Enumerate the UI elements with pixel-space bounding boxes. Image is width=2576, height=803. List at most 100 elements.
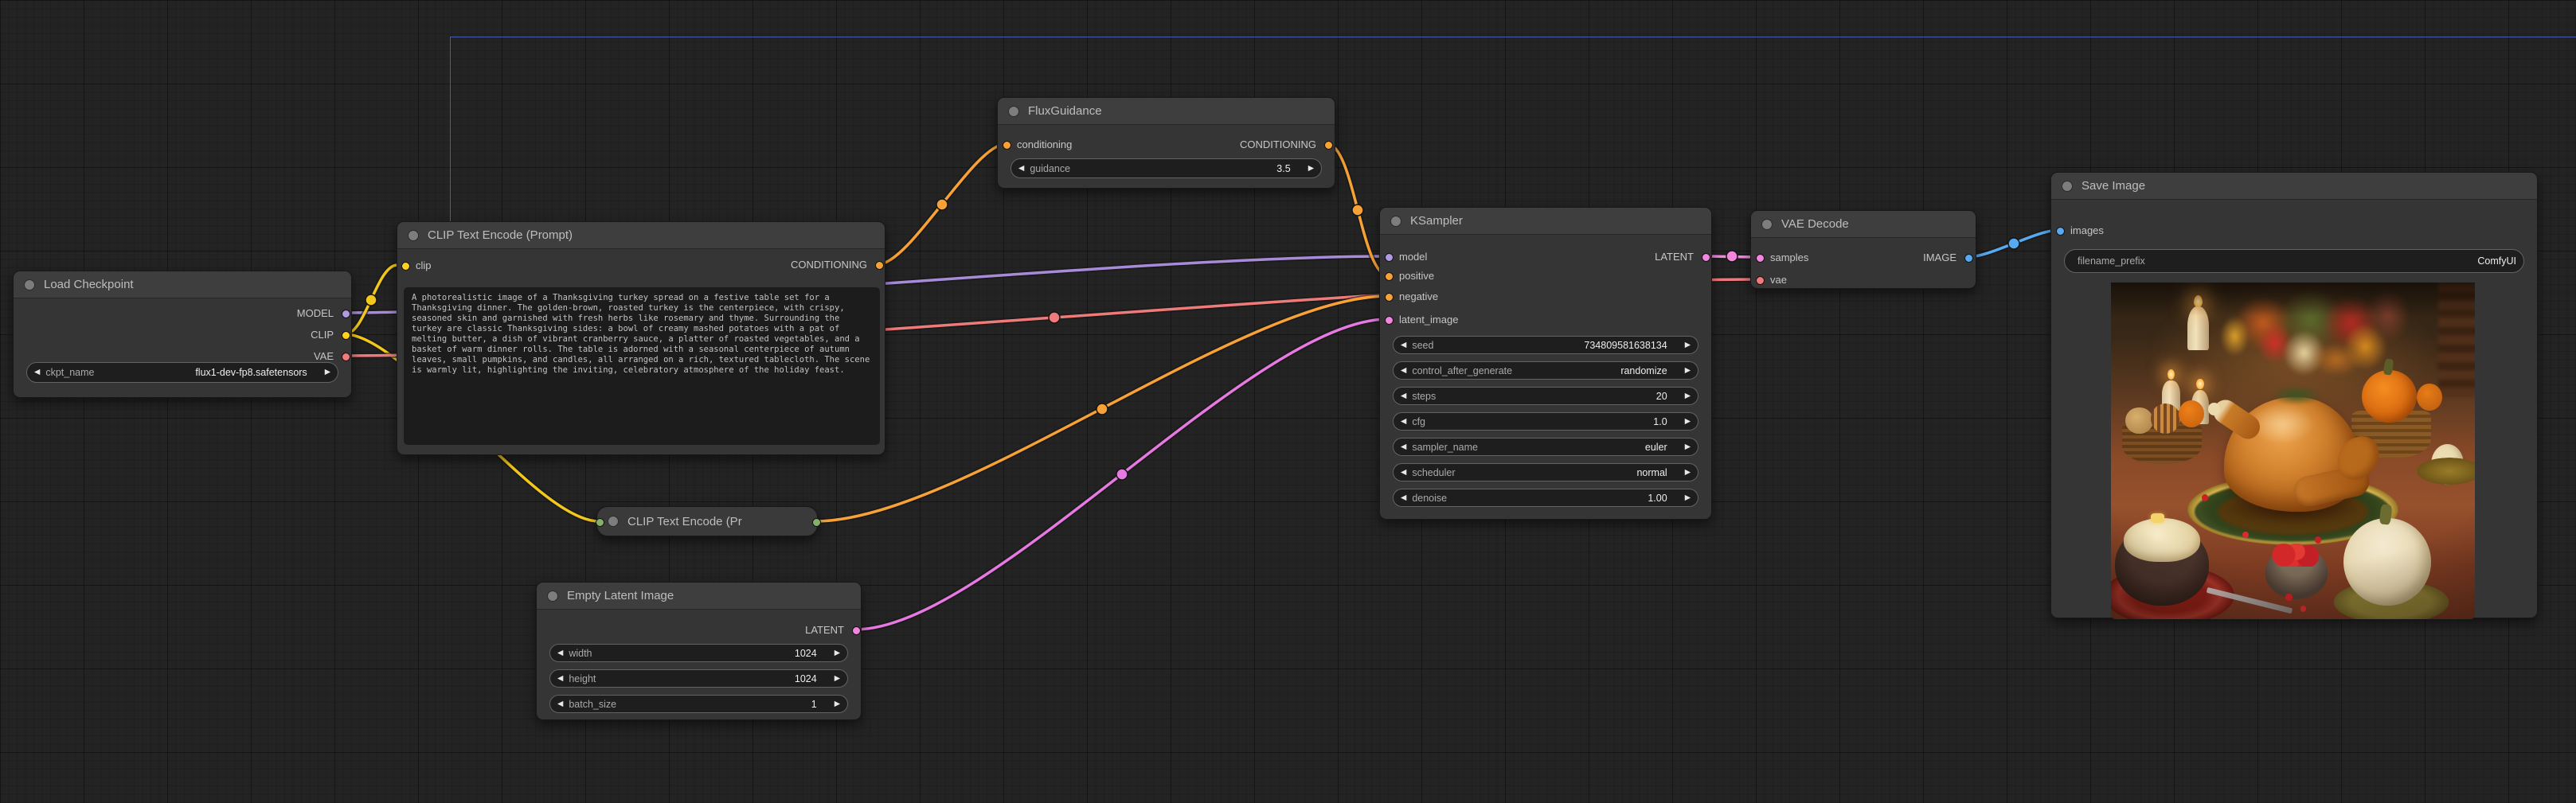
output-port-clip-text-encode-collapsed-icon[interactable] — [812, 518, 821, 527]
widget-width[interactable]: ◀width1024▶ — [549, 644, 848, 662]
increment-arrow-icon[interactable]: ▶ — [835, 700, 840, 708]
widget-cfg[interactable]: ◀cfg1.0▶ — [1393, 412, 1698, 431]
widget-label: scheduler — [1412, 467, 1455, 478]
latent-link-midpoint-dot[interactable] — [1116, 469, 1128, 480]
negative-conditioning-link-midpoint-dot[interactable] — [1096, 403, 1108, 415]
decrement-arrow-icon[interactable]: ◀ — [557, 675, 563, 683]
node-collapse-icon[interactable] — [408, 230, 419, 241]
node-collapse-icon[interactable] — [608, 516, 619, 527]
node-titlebar-flux-guidance[interactable]: FluxGuidance — [998, 98, 1335, 125]
node-vae-decode[interactable]: VAE DecodesamplesvaeIMAGE — [1750, 210, 1976, 289]
widget-guidance[interactable]: ◀guidance3.5▶ — [1010, 158, 1322, 178]
input-port-samples-icon[interactable] — [1756, 254, 1765, 263]
output-port-CONDITIONING-icon[interactable] — [875, 261, 884, 270]
widget-label: batch_size — [569, 699, 616, 710]
output-port-IMAGE-icon[interactable] — [1964, 254, 1973, 263]
node-ksampler[interactable]: KSamplermodelpositivenegativelatent_imag… — [1379, 207, 1712, 520]
increment-arrow-icon[interactable]: ▶ — [1685, 494, 1691, 502]
node-flux-guidance[interactable]: FluxGuidanceconditioningCONDITIONING◀gui… — [997, 97, 1335, 189]
input-port-images-icon[interactable] — [2056, 227, 2065, 236]
output-port-VAE-icon[interactable] — [342, 353, 350, 361]
node-clip-text-encode-collapsed[interactable]: CLIP Text Encode (Pr — [596, 506, 818, 536]
decrement-arrow-icon[interactable]: ◀ — [1401, 443, 1406, 451]
output-port-label: MODEL — [297, 306, 334, 321]
node-title: VAE Decode — [1781, 217, 1849, 231]
node-load-checkpoint[interactable]: Load CheckpointMODELCLIPVAE◀ckpt_nameflu… — [13, 271, 352, 398]
vae-link-midpoint-dot[interactable] — [1049, 312, 1060, 323]
node-collapse-icon[interactable] — [1390, 216, 1401, 227]
increment-arrow-icon[interactable]: ▶ — [1685, 418, 1691, 426]
node-titlebar-vae-decode[interactable]: VAE Decode — [1751, 211, 1976, 238]
node-save-image[interactable]: Save Imageimagesfilename_prefixComfyUI — [2050, 172, 2538, 618]
node-titlebar-ksampler[interactable]: KSampler — [1380, 208, 1711, 235]
widget-label: steps — [1412, 391, 1436, 402]
input-port-latent_image-icon[interactable] — [1385, 316, 1394, 325]
widget-value: euler — [1645, 442, 1667, 453]
widget-value: 1024 — [795, 673, 817, 684]
output-port-MODEL-icon[interactable] — [342, 310, 350, 318]
input-port-conditioning-icon[interactable] — [1003, 141, 1011, 150]
output-port-LATENT-icon[interactable] — [852, 626, 861, 635]
output-port-CLIP-icon[interactable] — [342, 331, 350, 340]
node-titlebar-empty-latent-image[interactable]: Empty Latent Image — [537, 583, 861, 610]
input-port-clip-text-encode-collapsed-icon[interactable] — [596, 518, 604, 527]
increment-arrow-icon[interactable]: ▶ — [1685, 367, 1691, 375]
increment-arrow-icon[interactable]: ▶ — [1685, 443, 1691, 451]
node-titlebar-clip-text-encode-collapsed[interactable]: CLIP Text Encode (Pr — [597, 507, 817, 536]
widget-steps[interactable]: ◀steps20▶ — [1393, 387, 1698, 405]
decrement-arrow-icon[interactable]: ◀ — [1401, 392, 1406, 400]
widget-sampler_name[interactable]: ◀sampler_nameeuler▶ — [1393, 438, 1698, 456]
decrement-arrow-icon[interactable]: ◀ — [557, 700, 563, 708]
image-to-save-link-midpoint-dot[interactable] — [2008, 238, 2019, 249]
widget-height[interactable]: ◀height1024▶ — [549, 669, 848, 688]
input-port-label: negative — [1399, 290, 1438, 304]
widget-control_after_generate[interactable]: ◀control_after_generaterandomize▶ — [1393, 361, 1698, 380]
widget-ckpt_name[interactable]: ◀ckpt_nameflux1-dev-fp8.safetensors▶ — [26, 362, 338, 383]
latent-to-samples-link-midpoint-dot[interactable] — [1726, 251, 1738, 262]
input-port-negative-icon[interactable] — [1385, 293, 1394, 302]
node-collapse-icon[interactable] — [1008, 106, 1019, 117]
node-collapse-icon[interactable] — [547, 591, 558, 602]
node-titlebar-save-image[interactable]: Save Image — [2051, 173, 2537, 200]
input-port-positive-icon[interactable] — [1385, 272, 1394, 281]
decrement-arrow-icon[interactable]: ◀ — [1401, 367, 1406, 375]
widget-filename_prefix[interactable]: filename_prefixComfyUI — [2064, 249, 2524, 273]
output-port-LATENT-icon[interactable] — [1702, 253, 1710, 262]
increment-arrow-icon[interactable]: ▶ — [1685, 341, 1691, 349]
node-collapse-icon[interactable] — [24, 279, 35, 290]
increment-arrow-icon[interactable]: ▶ — [1685, 392, 1691, 400]
node-collapse-icon[interactable] — [2062, 181, 2073, 192]
input-port-clip-icon[interactable] — [401, 262, 410, 271]
node-titlebar-clip-text-encode-prompt[interactable]: CLIP Text Encode (Prompt) — [397, 222, 885, 249]
input-port-label: clip — [416, 259, 432, 273]
output-port-CONDITIONING-icon[interactable] — [1324, 141, 1333, 150]
decrement-arrow-icon[interactable]: ◀ — [34, 368, 40, 376]
decrement-arrow-icon[interactable]: ◀ — [1401, 469, 1406, 477]
widget-label: control_after_generate — [1412, 365, 1512, 376]
node-empty-latent-image[interactable]: Empty Latent ImageLATENT◀width1024▶◀heig… — [536, 582, 862, 720]
increment-arrow-icon[interactable]: ▶ — [325, 368, 330, 376]
widget-scheduler[interactable]: ◀schedulernormal▶ — [1393, 463, 1698, 481]
node-graph-canvas[interactable]: Load CheckpointMODELCLIPVAE◀ckpt_nameflu… — [0, 0, 2576, 803]
decrement-arrow-icon[interactable]: ◀ — [1018, 165, 1024, 173]
conditioning-to-guidance-link-midpoint-dot[interactable] — [936, 199, 948, 210]
input-port-vae-icon[interactable] — [1756, 276, 1765, 285]
increment-arrow-icon[interactable]: ▶ — [1685, 469, 1691, 477]
widget-seed[interactable]: ◀seed734809581638134▶ — [1393, 336, 1698, 354]
increment-arrow-icon[interactable]: ▶ — [835, 675, 840, 683]
guidance-to-positive-link-midpoint-dot[interactable] — [1352, 205, 1363, 216]
widget-denoise[interactable]: ◀denoise1.00▶ — [1393, 489, 1698, 507]
input-port-model-icon[interactable] — [1385, 253, 1394, 262]
node-titlebar-load-checkpoint[interactable]: Load Checkpoint — [14, 271, 351, 298]
clip-to-prompt-link-midpoint-dot[interactable] — [365, 294, 377, 306]
decrement-arrow-icon[interactable]: ◀ — [557, 649, 563, 657]
node-clip-text-encode-prompt[interactable]: CLIP Text Encode (Prompt)clipCONDITIONIN… — [397, 221, 885, 455]
decrement-arrow-icon[interactable]: ◀ — [1401, 341, 1406, 349]
decrement-arrow-icon[interactable]: ◀ — [1401, 494, 1406, 502]
widget-batch_size[interactable]: ◀batch_size1▶ — [549, 695, 848, 713]
prompt-textarea[interactable]: A photorealistic image of a Thanksgiving… — [404, 287, 880, 445]
increment-arrow-icon[interactable]: ▶ — [835, 649, 840, 657]
decrement-arrow-icon[interactable]: ◀ — [1401, 418, 1406, 426]
node-collapse-icon[interactable] — [1761, 219, 1773, 230]
increment-arrow-icon[interactable]: ▶ — [1308, 165, 1314, 173]
